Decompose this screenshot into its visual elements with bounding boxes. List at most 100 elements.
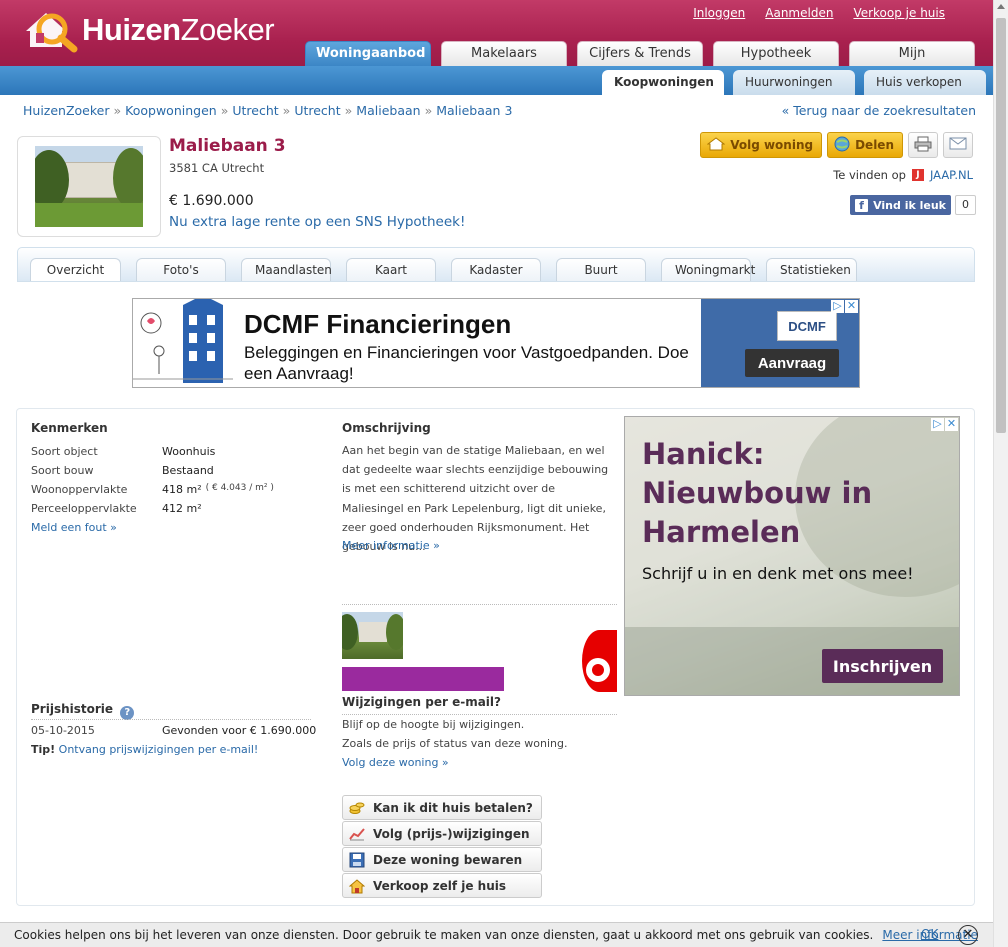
share-label: Delen: [855, 138, 894, 152]
site-logo[interactable]: HuizenZoeker: [22, 6, 275, 54]
breadcrumb-separator: »: [113, 103, 122, 118]
facebook-like-button[interactable]: f Vind ik leuk: [850, 195, 951, 215]
tab-cijfers-trends[interactable]: Cijfers & Trends: [577, 41, 703, 66]
kenmerk-row: Perceeloppervlakte 412 m²: [31, 502, 202, 515]
side-ad-button[interactable]: Inschrijven: [822, 649, 943, 683]
tab-buurt[interactable]: Buurt: [556, 258, 646, 281]
follow-changes-button[interactable]: Volg (prijs-)wijzigingen: [342, 821, 542, 846]
kenmerk-label: Soort object: [31, 445, 98, 458]
section-divider: [342, 604, 617, 605]
tab-fotos[interactable]: Foto's: [136, 258, 226, 281]
tab-kaart[interactable]: Kaart: [346, 258, 436, 281]
facebook-icon: f: [855, 198, 869, 212]
kenmerk-label: Woonoppervlakte: [31, 483, 128, 496]
mortgage-promo-link[interactable]: Nu extra lage rente op een SNS Hypotheek…: [169, 214, 465, 230]
property-photo[interactable]: [35, 146, 143, 227]
price-history-entry: Gevonden voor € 1.690.000: [162, 724, 317, 737]
property-photo-frame[interactable]: [17, 136, 161, 237]
cookie-close-icon[interactable]: ✕: [958, 925, 978, 945]
breadcrumb-item[interactable]: HuizenZoeker: [23, 103, 110, 118]
tab-woningmarkt[interactable]: Woningmarkt: [661, 258, 755, 281]
price-alert-link[interactable]: Ontvang prijswijzigingen per e-mail!: [59, 743, 259, 756]
breadcrumb-item[interactable]: Koopwoningen: [125, 103, 217, 118]
back-to-results-link[interactable]: « Terug naar de zoekresultaten: [782, 103, 976, 118]
page-scrollbar[interactable]: [993, 0, 1008, 947]
tab-mijn-huizenzoeker[interactable]: Mijn HuizenZoeker: [849, 41, 975, 85]
scrollbar-thumb[interactable]: [996, 18, 1006, 433]
more-info-link[interactable]: Meer informatie »: [342, 539, 440, 552]
tab-makelaars[interactable]: Makelaars: [441, 41, 567, 66]
tab-kadaster[interactable]: Kadaster: [451, 258, 541, 281]
printer-icon: [914, 136, 932, 155]
kenmerk-label: Perceeloppervlakte: [31, 502, 137, 515]
save-house-button[interactable]: Deze woning bewaren: [342, 847, 542, 872]
kenmerk-value: 412 m²: [162, 502, 202, 515]
kenmerk-label: Soort bouw: [31, 464, 94, 477]
email-button[interactable]: [943, 132, 973, 158]
side-ad[interactable]: Hanick: Nieuwbouw in Harmelen Schrijf u …: [624, 416, 960, 696]
tab-woningaanbod[interactable]: Woningaanbod: [305, 41, 431, 66]
tabs-divider: [17, 281, 975, 282]
omschrijving-title: Omschrijving: [342, 421, 431, 435]
ad-info-icon[interactable]: ▷: [831, 300, 844, 313]
property-price: € 1.690.000: [169, 193, 254, 209]
kenmerk-value: Woonhuis: [162, 445, 216, 458]
register-link[interactable]: Aanmelden: [765, 6, 833, 20]
email-title: Wijzigingen per e-mail?: [342, 695, 501, 709]
sell-yourself-label: Verkoop zelf je huis: [373, 878, 507, 893]
mini-property-photo[interactable]: [342, 612, 403, 659]
cookie-bar: Cookies helpen ons bij het leveren van o…: [0, 922, 993, 947]
globe-icon: [834, 136, 850, 155]
scroll-up-icon[interactable]: [997, 4, 1005, 9]
subtab-koopwoningen[interactable]: Koopwoningen: [602, 70, 724, 95]
afford-house-label: Kan ik dit huis betalen?: [373, 800, 533, 815]
sell-house-link[interactable]: Verkoop je huis: [853, 6, 945, 20]
house-magnifier-icon: [22, 7, 80, 53]
tab-statistieken[interactable]: Statistieken: [766, 258, 857, 281]
found-on: Te vinden op J JAAP.NL: [833, 168, 973, 182]
kenmerk-row: Soort bouw Bestaand: [31, 464, 214, 477]
follow-house-button[interactable]: Volg woning: [700, 132, 823, 158]
tip-line: Tip! Ontvang prijswijzigingen per e-mail…: [31, 743, 258, 756]
breadcrumb-item[interactable]: Utrecht: [232, 103, 278, 118]
login-link[interactable]: Inloggen: [693, 6, 745, 20]
tab-maandlasten[interactable]: Maandlasten: [241, 258, 332, 281]
vodafone-logo-icon[interactable]: [582, 630, 617, 692]
save-house-label: Deze woning bewaren: [373, 852, 523, 867]
jaap-logo-icon: J: [911, 169, 924, 181]
breadcrumb: HuizenZoeker » Koopwoningen » Utrecht » …: [23, 103, 512, 118]
price-history-date: 05-10-2015: [31, 724, 95, 737]
sell-yourself-button[interactable]: Verkoop zelf je huis: [342, 873, 542, 898]
jaap-link[interactable]: JAAP.NL: [930, 168, 973, 182]
share-button[interactable]: Delen: [827, 132, 903, 158]
banner-ad-title: DCMF Financieringen: [244, 309, 512, 339]
print-button[interactable]: [908, 132, 938, 158]
subtab-huis-verkopen[interactable]: Huis verkopen: [864, 70, 986, 95]
section-divider: [342, 714, 617, 715]
banner-ad[interactable]: DCMF Financieringen Beleggingen en Finan…: [132, 298, 860, 388]
banner-ad-text: Beleggingen en Financieringen voor Vastg…: [244, 343, 689, 383]
tab-overzicht[interactable]: Overzicht: [30, 258, 121, 281]
subtab-huurwoningen[interactable]: Huurwoningen: [733, 70, 855, 95]
breadcrumb-item[interactable]: Maliebaan: [356, 103, 420, 118]
ad-strip[interactable]: [342, 667, 504, 691]
property-address: 3581 CA Utrecht: [169, 161, 265, 175]
ad-close-icon[interactable]: ✕: [845, 300, 858, 313]
section-divider: [31, 719, 311, 720]
breadcrumb-item[interactable]: Utrecht: [294, 103, 340, 118]
help-icon[interactable]: ?: [120, 706, 135, 720]
property-title: Maliebaan 3: [169, 136, 286, 156]
cookie-ok-link[interactable]: OK: [921, 927, 938, 941]
banner-ad-button[interactable]: Aanvraag: [745, 349, 839, 377]
report-error-link[interactable]: Meld een fout »: [31, 521, 117, 534]
tab-hypotheek[interactable]: Hypotheek: [713, 41, 839, 66]
follow-this-house-link[interactable]: Volg deze woning »: [342, 756, 449, 769]
ad-info-icon[interactable]: ▷: [931, 418, 944, 431]
breadcrumb-separator: »: [344, 103, 353, 118]
ad-close-icon[interactable]: ✕: [945, 418, 958, 431]
afford-house-button[interactable]: Kan ik dit huis betalen?: [342, 795, 542, 820]
breadcrumb-separator: »: [282, 103, 291, 118]
breadcrumb-item[interactable]: Maliebaan 3: [436, 103, 512, 118]
facebook-like-label: Vind ik leuk: [873, 198, 946, 212]
price-per-m2: ( € 4.043 / m² ): [205, 483, 274, 493]
